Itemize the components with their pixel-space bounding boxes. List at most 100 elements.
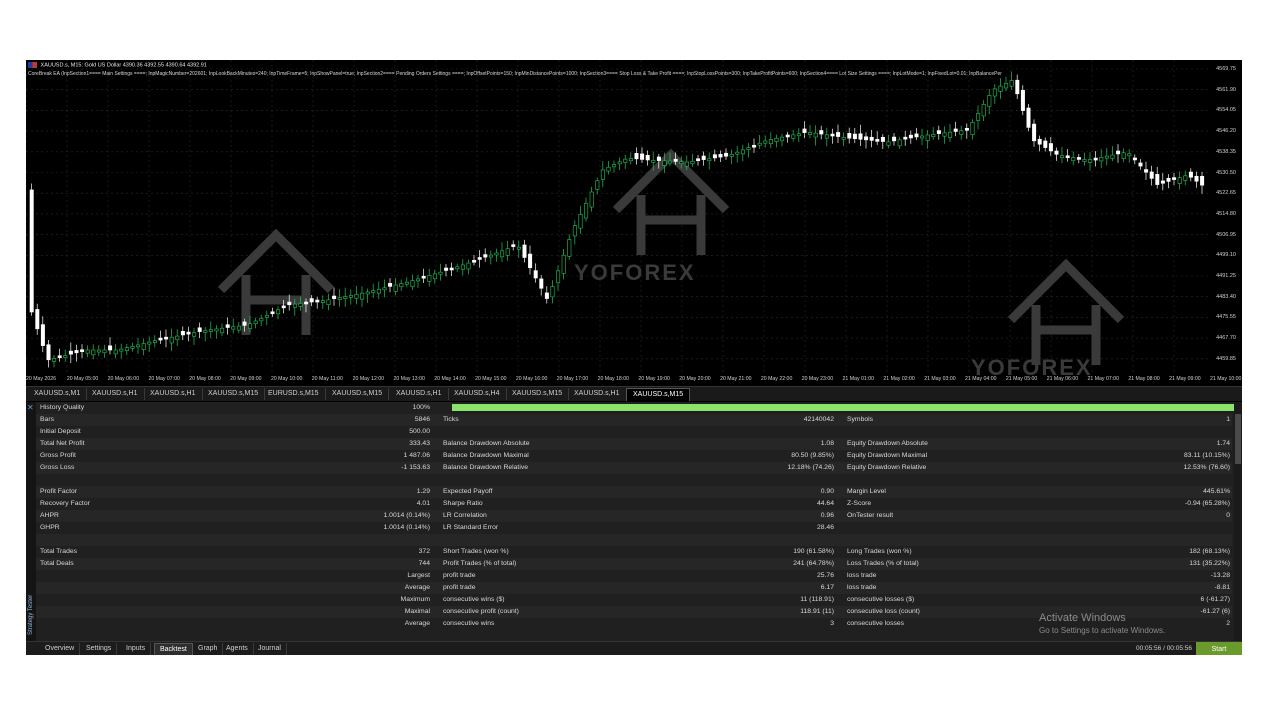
- tab-inputs[interactable]: Inputs: [121, 643, 152, 655]
- candle-body: [141, 343, 146, 350]
- chart-tab[interactable]: XAUUSD.s,M15: [326, 388, 390, 400]
- candle-body: [281, 305, 286, 309]
- candle-body: [270, 311, 275, 315]
- price-axis: 4569.75 4561.90 4554.05 4546.20 4538.35 4530.…: [1210, 60, 1242, 375]
- close-icon[interactable]: ✕: [27, 403, 34, 412]
- watermark-logo-icon: [1007, 258, 1125, 365]
- candle-body: [365, 291, 370, 295]
- chart-tab[interactable]: XAUUSD.s,M15: [626, 388, 691, 401]
- time-tick-label: 21 May 09:00: [1169, 376, 1201, 382]
- chart-tab[interactable]: XAUUSD.s,H1: [568, 388, 627, 400]
- candle-body: [785, 134, 790, 138]
- candle-body: [539, 278, 544, 289]
- candle-body: [477, 257, 482, 260]
- candle-body: [382, 287, 387, 291]
- chart-tab[interactable]: XAUUSD.s,M15: [506, 388, 570, 400]
- chart-tab[interactable]: XAUUSD.s,H1: [390, 388, 449, 400]
- tester-sidebar: ✕ Strategy Tester: [26, 402, 36, 642]
- stat-value: Average: [404, 584, 430, 591]
- candle-body: [1121, 152, 1126, 160]
- stat-label: Short Trades (won %): [443, 548, 509, 555]
- tab-agents[interactable]: Agents: [221, 643, 254, 655]
- tab-journal[interactable]: Journal: [253, 643, 287, 655]
- candle-body: [376, 288, 381, 294]
- watermark-text: YOFOREX: [574, 260, 696, 285]
- stat-value: 12.53% (76.60): [1183, 464, 1230, 471]
- chart-tab[interactable]: EURUSD.s,M15: [262, 388, 326, 400]
- candle-body: [920, 135, 925, 139]
- symbol-header: XAUUSD.s, M15: Gold US Dollar 4390.36 43…: [40, 62, 207, 69]
- chart-tab[interactable]: XAUUSD.s,M15: [202, 388, 266, 400]
- stats-row: Total Trades 372 Short Trades (won %) 190 (…: [36, 546, 1232, 558]
- candle-body: [707, 158, 712, 162]
- candle-body: [696, 158, 701, 162]
- chart-tab[interactable]: XAUUSD.s,H4: [448, 388, 507, 400]
- candle-body: [343, 296, 348, 299]
- candle-body: [690, 160, 695, 165]
- candle-body: [746, 147, 751, 150]
- candle-body: [729, 154, 734, 157]
- candle-body: [388, 283, 393, 287]
- candle-body: [1132, 157, 1137, 161]
- time-tick-label: 20 May 17:00: [556, 376, 589, 382]
- vertical-scrollbar[interactable]: [1234, 402, 1242, 642]
- time-tick-label: 20 May 21:00: [720, 376, 752, 382]
- candle-body: [976, 113, 981, 121]
- candle-body: [796, 133, 801, 137]
- history-quality-label: History Quality: [40, 404, 85, 411]
- stat-value: -13.28: [1210, 572, 1230, 579]
- candle-body: [528, 253, 533, 269]
- stat-value: 11 (118.91): [800, 596, 834, 603]
- candle-body: [35, 309, 40, 330]
- price-tick-label: 4569.75: [1216, 66, 1236, 72]
- candle-body: [522, 244, 527, 258]
- candle-body: [679, 161, 684, 164]
- chart-tab[interactable]: XAUUSD.s,H1: [144, 388, 203, 400]
- chart-tab[interactable]: XAUUSD.s,M1: [28, 388, 88, 400]
- candle-body: [1048, 143, 1053, 152]
- stat-label: loss trade: [847, 572, 877, 579]
- stat-label: Loss Trades (% of total): [847, 560, 919, 567]
- strategy-tester-panel: ✕ Strategy Tester History Quality 100% B…: [26, 402, 1242, 642]
- tab-overview[interactable]: Overview: [40, 643, 81, 655]
- stat-value: 83.11 (10.15%): [1184, 452, 1230, 459]
- time-tick-label: 20 May 18:00: [597, 376, 630, 382]
- tab-settings[interactable]: Settings: [81, 643, 118, 655]
- chart-tab[interactable]: XAUUSD.s,H1: [86, 388, 145, 400]
- candle-body: [455, 266, 460, 270]
- candle-body: [1188, 171, 1193, 178]
- stat-value: 3: [830, 620, 834, 627]
- candle-body: [410, 280, 415, 288]
- stat-label: Ticks: [443, 416, 459, 423]
- stat-value: 744: [418, 560, 430, 567]
- candle-body: [214, 328, 219, 332]
- candle-body: [684, 161, 689, 167]
- candle-body: [819, 130, 824, 135]
- stat-label: Symbols: [847, 416, 874, 423]
- scroll-thumb[interactable]: [1235, 414, 1241, 464]
- price-tick-label: 4459.85: [1216, 355, 1236, 362]
- candle-body: [108, 345, 113, 351]
- candle-body: [824, 134, 829, 139]
- stat-label: OnTester result: [847, 512, 894, 519]
- start-button[interactable]: Start: [1196, 642, 1242, 655]
- stat-label: Z-Score: [847, 500, 872, 507]
- time-tick-label: 21 May 03:00: [924, 376, 956, 382]
- candle-body: [63, 355, 68, 358]
- candle-body: [640, 153, 645, 160]
- watermark-logo-icon: [217, 228, 335, 335]
- candle-body: [1020, 89, 1025, 111]
- tab-backtest[interactable]: Backtest: [154, 643, 193, 655]
- candle-body: [259, 317, 264, 322]
- stat-label: consecutive wins: [443, 620, 495, 627]
- price-chart[interactable]: XAUUSD.s, M15: Gold US Dollar 4390.36 43…: [26, 60, 1242, 380]
- stat-label: Gross Loss: [40, 464, 75, 471]
- candle-body: [634, 153, 639, 160]
- time-tick-label: 20 May 13:00: [393, 376, 425, 382]
- tab-graph[interactable]: Graph: [193, 643, 224, 655]
- candle-body: [1004, 82, 1009, 89]
- stat-label: Expected Payoff: [443, 488, 493, 495]
- stat-value: 1.0014 (0.14%): [383, 512, 430, 519]
- candle-body: [1009, 80, 1014, 87]
- stat-label: Total Deals: [40, 560, 74, 567]
